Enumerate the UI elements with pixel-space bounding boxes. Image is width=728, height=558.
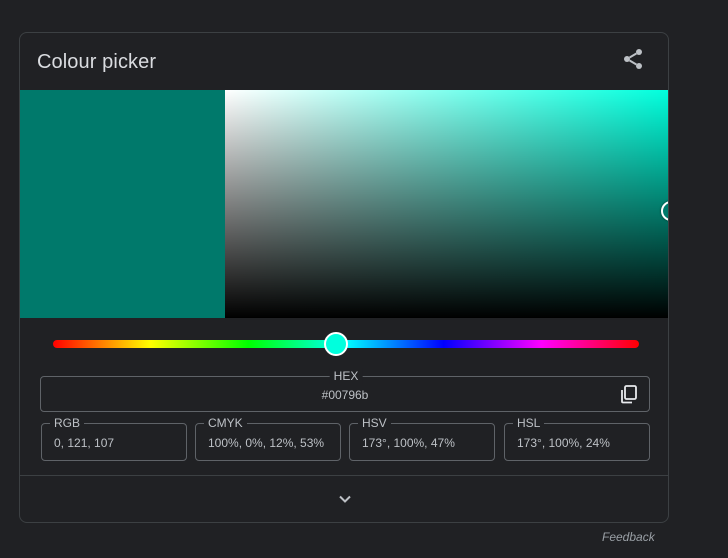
- rgb-label: RGB: [50, 416, 85, 430]
- share-icon[interactable]: [621, 47, 645, 71]
- rgb-field[interactable]: RGB 0, 121, 107: [41, 416, 187, 461]
- hex-label: HEX: [329, 368, 363, 384]
- hex-field[interactable]: HEX #00796b: [40, 368, 650, 412]
- hsv-label: HSV: [358, 416, 391, 430]
- divider: [20, 475, 668, 476]
- cmyk-field[interactable]: CMYK 100%, 0%, 12%, 53%: [195, 416, 341, 461]
- rgb-value[interactable]: 0, 121, 107: [54, 436, 114, 450]
- hex-value[interactable]: #00796b: [41, 388, 649, 402]
- chevron-down-icon[interactable]: [337, 491, 353, 507]
- colour-preview: [20, 90, 225, 318]
- colour-picker-card: Colour picker HEX #00796b RGB 0, 121, 10…: [19, 32, 669, 523]
- copy-icon[interactable]: [619, 384, 639, 404]
- cmyk-label: CMYK: [204, 416, 247, 430]
- cmyk-value[interactable]: 100%, 0%, 12%, 53%: [208, 436, 324, 450]
- hsv-field[interactable]: HSV 173°, 100%, 47%: [349, 416, 495, 461]
- saturation-value-area[interactable]: [225, 90, 668, 318]
- feedback-link[interactable]: Feedback: [602, 530, 655, 544]
- hsl-field[interactable]: HSL 173°, 100%, 24%: [504, 416, 650, 461]
- hsl-value[interactable]: 173°, 100%, 24%: [517, 436, 610, 450]
- hsv-value[interactable]: 173°, 100%, 47%: [362, 436, 455, 450]
- hue-slider-handle[interactable]: [324, 332, 348, 356]
- hsl-label: HSL: [513, 416, 545, 430]
- card-title: Colour picker: [37, 51, 157, 73]
